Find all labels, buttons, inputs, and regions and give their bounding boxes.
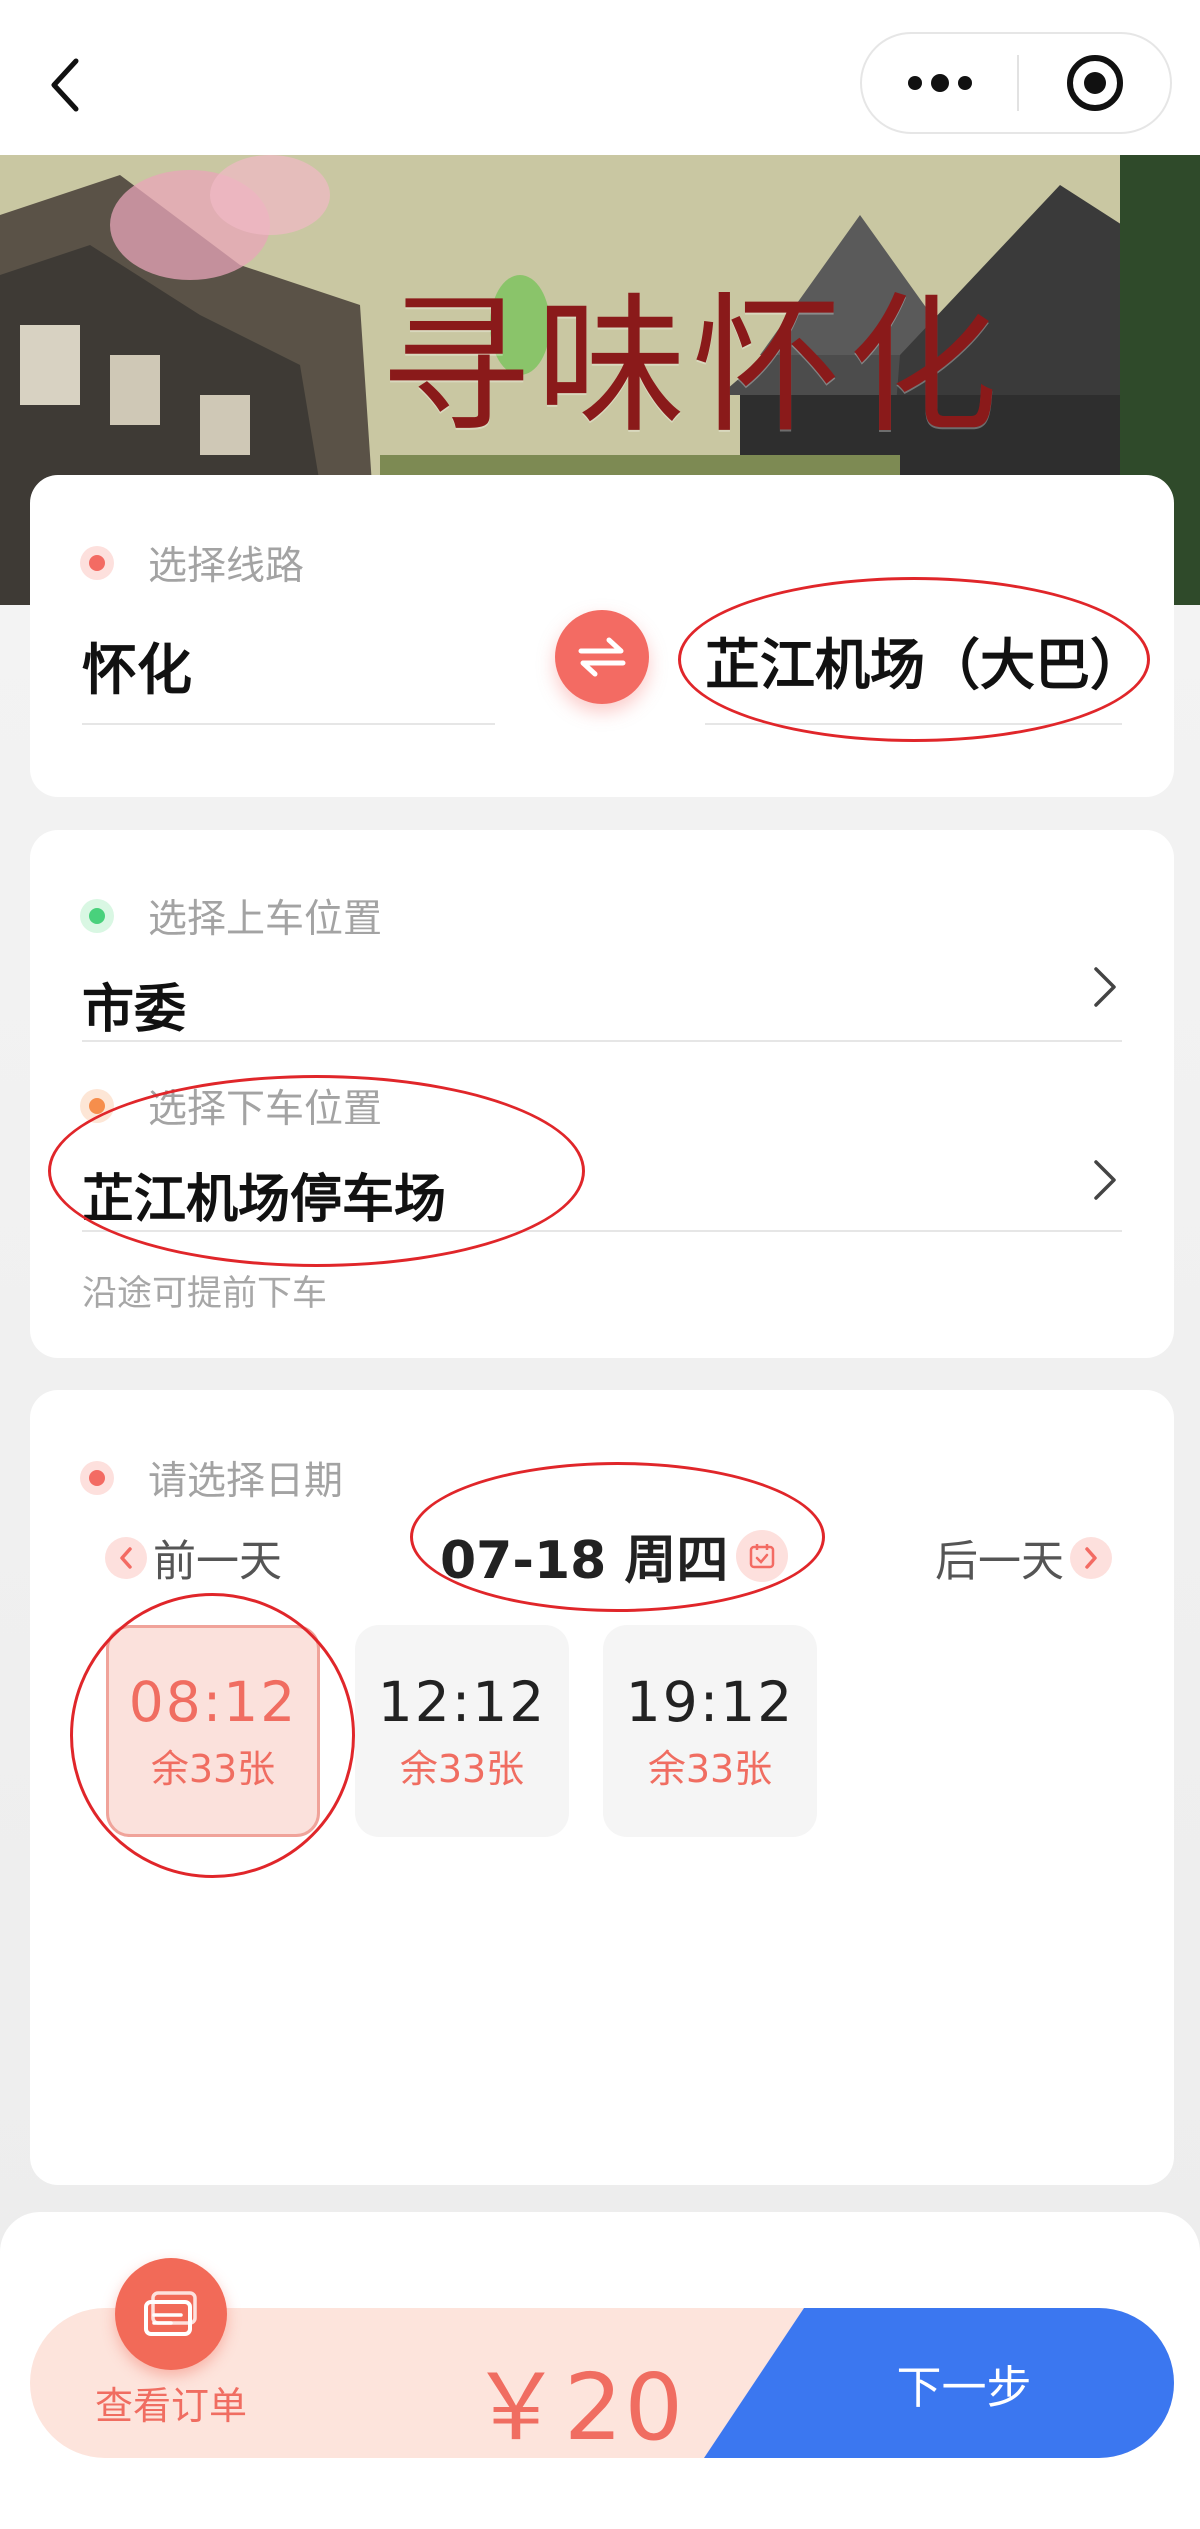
pickup-label: 选择上车位置 <box>80 888 382 944</box>
destination-underline <box>705 723 1122 725</box>
dropoff-chevron-icon[interactable] <box>1085 1155 1125 1205</box>
top-nav-bar <box>0 0 1200 155</box>
close-target-icon[interactable] <box>1019 34 1170 132</box>
orders-label[interactable]: 查看订单 <box>95 2375 247 2430</box>
time-slot[interactable]: 19:12 余33张 <box>603 1625 817 1837</box>
origin-city[interactable]: 怀化 <box>82 625 192 705</box>
chevron-right-icon <box>1070 1537 1112 1579</box>
swap-route-button[interactable] <box>555 610 649 704</box>
pickup-underline <box>82 1040 1122 1042</box>
dropoff-underline <box>82 1230 1122 1232</box>
price-value: ￥20 <box>470 2354 686 2461</box>
time-slot[interactable]: 08:12 余33张 <box>106 1625 320 1837</box>
route-section-label: 选择线路 <box>80 535 304 591</box>
calendar-icon[interactable] <box>736 1529 789 1582</box>
pickup-chevron-icon[interactable] <box>1085 962 1125 1012</box>
destination-city[interactable]: 芷江机场（大巴） <box>705 620 1150 700</box>
prev-day-button[interactable]: 前一天 <box>105 1527 282 1589</box>
dropoff-value[interactable]: 芷江机场停车场 <box>82 1157 446 1232</box>
back-icon[interactable] <box>40 50 90 120</box>
pickup-value[interactable]: 市委 <box>82 967 186 1042</box>
more-icon[interactable] <box>862 34 1017 132</box>
next-day-button[interactable]: 后一天 <box>935 1527 1112 1589</box>
origin-underline <box>82 723 495 725</box>
red-dot-icon <box>80 1461 114 1495</box>
mini-program-capsule <box>860 32 1172 134</box>
current-date[interactable]: 07-18 周四 <box>440 1518 789 1593</box>
next-step-button[interactable]: 下一步 <box>704 2308 1174 2458</box>
time-slot[interactable]: 12:12 余33张 <box>355 1625 569 1837</box>
banner-title: 寻味怀化 <box>380 280 1005 454</box>
orange-dot-icon <box>80 1089 114 1123</box>
date-section-label: 请选择日期 <box>80 1450 343 1506</box>
red-dot-icon <box>80 546 114 580</box>
dropoff-hint: 沿途可提前下车 <box>82 1274 328 1314</box>
chevron-left-icon <box>105 1537 147 1579</box>
green-dot-icon <box>80 899 114 933</box>
orders-icon[interactable] <box>115 2258 227 2370</box>
dropoff-label: 选择下车位置 <box>80 1078 382 1134</box>
